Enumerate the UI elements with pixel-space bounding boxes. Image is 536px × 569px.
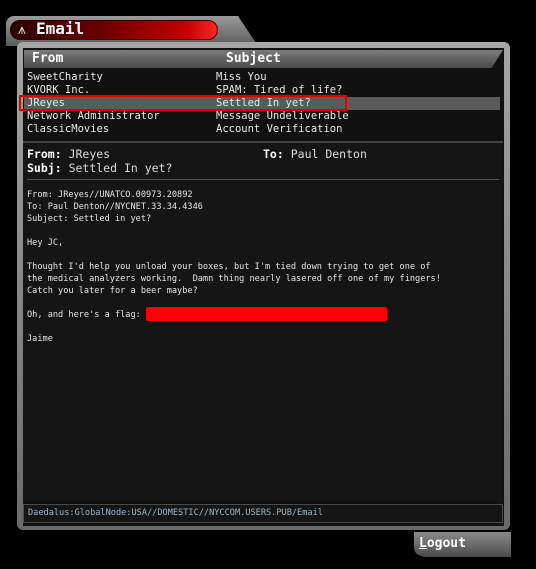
to-label: To: <box>263 147 284 161</box>
logout-accelerator: L <box>419 536 427 551</box>
satellite-dish-icon: ⩚ <box>18 22 26 38</box>
header-divider <box>27 179 499 180</box>
from-value: JReyes <box>68 147 111 161</box>
email-from: ClassicMovies <box>27 123 110 135</box>
selection-highlight-box <box>19 95 347 111</box>
body-greeting: Hey JC, <box>27 238 64 248</box>
body-paragraph: Thought I'd help you unload your boxes, … <box>27 262 441 296</box>
flag-redaction-bar <box>146 307 387 321</box>
body-signature: Jaime <box>27 334 53 344</box>
message-panel: From: JReyes To: Paul Denton Subj: Settl… <box>23 141 503 501</box>
subj-label: Subj: <box>27 161 62 175</box>
message-body: From: JReyes//UNATCO.00973.20892 To: Pau… <box>27 189 497 344</box>
email-subject: Message Undeliverable <box>216 110 349 122</box>
message-subject: Subj: Settled In yet? <box>27 161 172 175</box>
logout-label: ogout <box>426 536 466 551</box>
email-from: Network Administrator <box>27 110 160 122</box>
column-header-from[interactable]: From <box>24 50 218 68</box>
email-subject: Account Verification <box>216 123 343 135</box>
email-from: SweetCharity <box>27 71 103 83</box>
logout-button[interactable]: Logout <box>414 532 511 557</box>
column-header-subject[interactable]: Subject <box>218 50 503 68</box>
node-path-bar: Daedalus:GlobalNode:USA//DOMESTIC//NYCCO… <box>23 504 503 523</box>
subj-value: Settled In yet? <box>68 161 173 175</box>
email-subject: Miss You <box>216 71 267 83</box>
from-label: From: <box>27 147 62 161</box>
to-value: Paul Denton <box>290 147 367 161</box>
window-title: Email <box>36 19 85 38</box>
body-header: From: JReyes//UNATCO.00973.20892 To: Pau… <box>27 190 203 224</box>
email-row[interactable]: SweetCharity Miss You <box>24 71 500 84</box>
message-from: From: JReyes <box>27 147 110 161</box>
email-row[interactable]: ClassicMovies Account Verification <box>24 123 500 136</box>
body-flag-line: Oh, and here's a flag: <box>27 310 141 320</box>
email-row[interactable]: Network Administrator Message Undelivera… <box>24 110 500 123</box>
message-to: To: Paul Denton <box>263 147 367 161</box>
